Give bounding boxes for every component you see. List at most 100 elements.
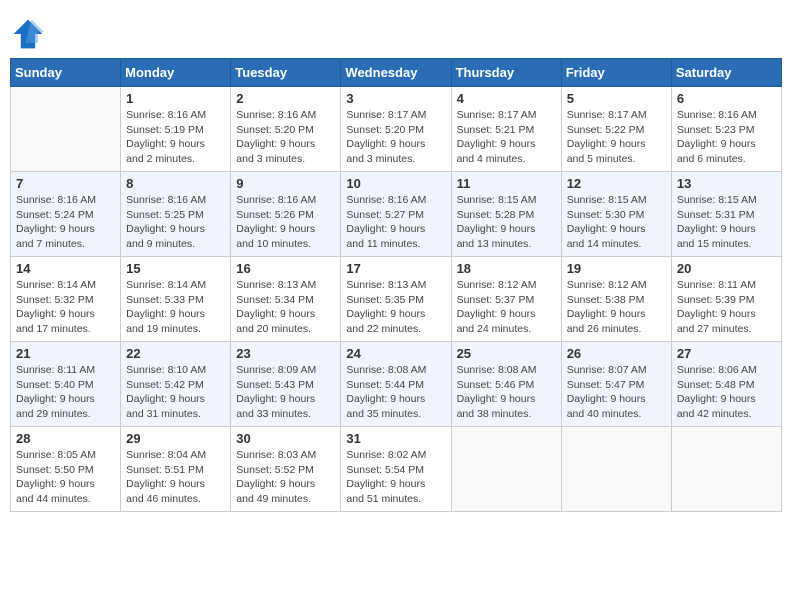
day-cell: 3 Sunrise: 8:17 AMSunset: 5:20 PMDaylight… [341, 87, 451, 172]
day-number: 19 [567, 261, 666, 276]
day-number: 7 [16, 176, 115, 191]
day-cell: 18 Sunrise: 8:12 AMSunset: 5:37 PMDayligh… [451, 257, 561, 342]
day-info: Sunrise: 8:15 AMSunset: 5:30 PMDaylight:… [567, 193, 666, 252]
calendar-header-row: SundayMondayTuesdayWednesdayThursdayFrid… [11, 59, 782, 87]
day-number: 14 [16, 261, 115, 276]
calendar-header-tuesday: Tuesday [231, 59, 341, 87]
day-info: Sunrise: 8:17 AMSunset: 5:20 PMDaylight:… [346, 108, 445, 167]
day-number: 31 [346, 431, 445, 446]
day-cell: 24 Sunrise: 8:08 AMSunset: 5:44 PMDayligh… [341, 342, 451, 427]
week-row-3: 14 Sunrise: 8:14 AMSunset: 5:32 PMDayligh… [11, 257, 782, 342]
calendar-header-wednesday: Wednesday [341, 59, 451, 87]
day-info: Sunrise: 8:09 AMSunset: 5:43 PMDaylight:… [236, 363, 335, 422]
day-cell: 2 Sunrise: 8:16 AMSunset: 5:20 PMDaylight… [231, 87, 341, 172]
day-cell: 4 Sunrise: 8:17 AMSunset: 5:21 PMDaylight… [451, 87, 561, 172]
day-number: 24 [346, 346, 445, 361]
day-cell: 6 Sunrise: 8:16 AMSunset: 5:23 PMDaylight… [671, 87, 781, 172]
day-info: Sunrise: 8:05 AMSunset: 5:50 PMDaylight:… [16, 448, 115, 507]
day-info: Sunrise: 8:12 AMSunset: 5:37 PMDaylight:… [457, 278, 556, 337]
day-number: 1 [126, 91, 225, 106]
day-number: 20 [677, 261, 776, 276]
day-number: 17 [346, 261, 445, 276]
logo [10, 16, 50, 52]
day-info: Sunrise: 8:16 AMSunset: 5:25 PMDaylight:… [126, 193, 225, 252]
day-cell: 16 Sunrise: 8:13 AMSunset: 5:34 PMDayligh… [231, 257, 341, 342]
page-header [10, 10, 782, 52]
day-cell: 26 Sunrise: 8:07 AMSunset: 5:47 PMDayligh… [561, 342, 671, 427]
day-number: 28 [16, 431, 115, 446]
day-number: 21 [16, 346, 115, 361]
calendar-table: SundayMondayTuesdayWednesdayThursdayFrid… [10, 58, 782, 512]
day-info: Sunrise: 8:02 AMSunset: 5:54 PMDaylight:… [346, 448, 445, 507]
day-number: 15 [126, 261, 225, 276]
day-cell: 12 Sunrise: 8:15 AMSunset: 5:30 PMDayligh… [561, 172, 671, 257]
day-number: 8 [126, 176, 225, 191]
day-cell [561, 427, 671, 512]
day-number: 10 [346, 176, 445, 191]
calendar-header-sunday: Sunday [11, 59, 121, 87]
day-info: Sunrise: 8:07 AMSunset: 5:47 PMDaylight:… [567, 363, 666, 422]
day-info: Sunrise: 8:14 AMSunset: 5:33 PMDaylight:… [126, 278, 225, 337]
day-info: Sunrise: 8:16 AMSunset: 5:23 PMDaylight:… [677, 108, 776, 167]
day-cell: 8 Sunrise: 8:16 AMSunset: 5:25 PMDaylight… [121, 172, 231, 257]
calendar-header-friday: Friday [561, 59, 671, 87]
day-number: 12 [567, 176, 666, 191]
day-cell: 5 Sunrise: 8:17 AMSunset: 5:22 PMDaylight… [561, 87, 671, 172]
day-cell: 11 Sunrise: 8:15 AMSunset: 5:28 PMDayligh… [451, 172, 561, 257]
day-cell: 1Sunrise: 8:16 AMSunset: 5:19 PMDaylight… [121, 87, 231, 172]
day-number: 29 [126, 431, 225, 446]
day-info: Sunrise: 8:10 AMSunset: 5:42 PMDaylight:… [126, 363, 225, 422]
week-row-1: 1Sunrise: 8:16 AMSunset: 5:19 PMDaylight… [11, 87, 782, 172]
day-number: 11 [457, 176, 556, 191]
day-info: Sunrise: 8:16 AMSunset: 5:20 PMDaylight:… [236, 108, 335, 167]
day-number: 6 [677, 91, 776, 106]
day-info: Sunrise: 8:15 AMSunset: 5:28 PMDaylight:… [457, 193, 556, 252]
logo-icon [10, 16, 46, 52]
day-cell: 17 Sunrise: 8:13 AMSunset: 5:35 PMDayligh… [341, 257, 451, 342]
day-number: 5 [567, 91, 666, 106]
day-info: Sunrise: 8:08 AMSunset: 5:46 PMDaylight:… [457, 363, 556, 422]
day-cell: 21 Sunrise: 8:11 AMSunset: 5:40 PMDayligh… [11, 342, 121, 427]
day-cell [451, 427, 561, 512]
day-number: 27 [677, 346, 776, 361]
day-number: 4 [457, 91, 556, 106]
day-cell: 13Sunrise: 8:15 AMSunset: 5:31 PMDayligh… [671, 172, 781, 257]
day-info: Sunrise: 8:13 AMSunset: 5:35 PMDaylight:… [346, 278, 445, 337]
day-cell: 14 Sunrise: 8:14 AMSunset: 5:32 PMDayligh… [11, 257, 121, 342]
day-number: 3 [346, 91, 445, 106]
day-info: Sunrise: 8:16 AMSunset: 5:27 PMDaylight:… [346, 193, 445, 252]
day-cell: 28 Sunrise: 8:05 AMSunset: 5:50 PMDayligh… [11, 427, 121, 512]
day-info: Sunrise: 8:06 AMSunset: 5:48 PMDaylight:… [677, 363, 776, 422]
day-info: Sunrise: 8:08 AMSunset: 5:44 PMDaylight:… [346, 363, 445, 422]
day-number: 25 [457, 346, 556, 361]
day-cell [671, 427, 781, 512]
day-info: Sunrise: 8:11 AMSunset: 5:40 PMDaylight:… [16, 363, 115, 422]
day-info: Sunrise: 8:13 AMSunset: 5:34 PMDaylight:… [236, 278, 335, 337]
day-cell: 30Sunrise: 8:03 AMSunset: 5:52 PMDayligh… [231, 427, 341, 512]
day-number: 16 [236, 261, 335, 276]
day-number: 26 [567, 346, 666, 361]
day-info: Sunrise: 8:12 AMSunset: 5:38 PMDaylight:… [567, 278, 666, 337]
day-info: Sunrise: 8:15 AMSunset: 5:31 PMDaylight:… [677, 193, 776, 252]
day-info: Sunrise: 8:17 AMSunset: 5:22 PMDaylight:… [567, 108, 666, 167]
day-cell: 15 Sunrise: 8:14 AMSunset: 5:33 PMDayligh… [121, 257, 231, 342]
calendar-header-saturday: Saturday [671, 59, 781, 87]
week-row-2: 7 Sunrise: 8:16 AMSunset: 5:24 PMDaylight… [11, 172, 782, 257]
day-info: Sunrise: 8:14 AMSunset: 5:32 PMDaylight:… [16, 278, 115, 337]
day-cell: 31 Sunrise: 8:02 AMSunset: 5:54 PMDayligh… [341, 427, 451, 512]
week-row-5: 28 Sunrise: 8:05 AMSunset: 5:50 PMDayligh… [11, 427, 782, 512]
calendar-header-monday: Monday [121, 59, 231, 87]
day-cell: 23Sunrise: 8:09 AMSunset: 5:43 PMDayligh… [231, 342, 341, 427]
day-number: 2 [236, 91, 335, 106]
day-cell: 27 Sunrise: 8:06 AMSunset: 5:48 PMDayligh… [671, 342, 781, 427]
day-cell [11, 87, 121, 172]
week-row-4: 21 Sunrise: 8:11 AMSunset: 5:40 PMDayligh… [11, 342, 782, 427]
day-number: 18 [457, 261, 556, 276]
day-info: Sunrise: 8:16 AMSunset: 5:24 PMDaylight:… [16, 193, 115, 252]
day-info: Sunrise: 8:16 AMSunset: 5:26 PMDaylight:… [236, 193, 335, 252]
day-info: Sunrise: 8:04 AMSunset: 5:51 PMDaylight:… [126, 448, 225, 507]
day-info: Sunrise: 8:11 AMSunset: 5:39 PMDaylight:… [677, 278, 776, 337]
day-cell: 7 Sunrise: 8:16 AMSunset: 5:24 PMDaylight… [11, 172, 121, 257]
day-number: 22 [126, 346, 225, 361]
day-info: Sunrise: 8:17 AMSunset: 5:21 PMDaylight:… [457, 108, 556, 167]
